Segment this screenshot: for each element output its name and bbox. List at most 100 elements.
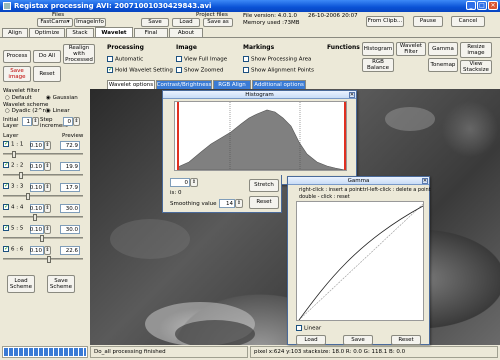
layer-option[interactable]: 5 : 5	[3, 224, 23, 232]
layer-option[interactable]: 6 : 6	[3, 245, 23, 253]
show-area-option[interactable]: Show Processing Area	[243, 56, 311, 63]
layer-value-field[interactable]: 0.10	[30, 225, 44, 234]
save-as-button[interactable]: Save as	[203, 18, 233, 27]
automatic-option[interactable]: Automatic	[107, 56, 143, 63]
gamma-curve-plot[interactable]	[296, 201, 424, 321]
close-icon[interactable]: ✕	[422, 178, 428, 184]
layer-option[interactable]: 2 : 2	[3, 161, 23, 169]
histogram-low-spinner[interactable]: ⇕	[190, 178, 198, 187]
linear-option[interactable]: ◉ Linear	[46, 108, 70, 114]
layer-checkbox[interactable]	[3, 224, 9, 231]
dyadic-radio[interactable]: ○	[5, 108, 10, 114]
layer-preview-field[interactable]: 72.9	[60, 141, 80, 150]
layer-slider-thumb[interactable]	[33, 214, 37, 221]
reset-button[interactable]: Reset	[33, 66, 61, 82]
step-increment-spinner[interactable]: ⇕	[73, 117, 80, 126]
wavelet-filter-button[interactable]: Wavelet Filter	[396, 42, 426, 56]
layer-value-spinner[interactable]: ⇕	[44, 204, 51, 213]
layer-slider-thumb[interactable]	[26, 193, 30, 200]
layer-slider[interactable]	[3, 151, 83, 158]
gamma-reset-button[interactable]: Reset	[391, 335, 421, 345]
layer-slider[interactable]	[3, 256, 83, 263]
subtab-additional[interactable]: Additional options	[252, 80, 306, 89]
smoothing-field[interactable]: 14	[219, 199, 235, 208]
layer-preview-field[interactable]: 17.9	[60, 183, 80, 192]
show-zoomed-checkbox[interactable]	[176, 67, 182, 73]
layer-slider[interactable]	[3, 193, 83, 200]
layer-slider[interactable]	[3, 214, 83, 221]
rgb-balance-button[interactable]: RGB Balance	[362, 58, 394, 72]
save-project-button[interactable]: Save	[141, 18, 169, 27]
tab-align[interactable]: Align	[2, 28, 28, 37]
gamma-linear-option[interactable]: Linear	[296, 325, 321, 332]
initial-layer-field[interactable]: 1	[22, 117, 32, 126]
histogram-button[interactable]: Histogram	[362, 42, 394, 56]
layer-checkbox[interactable]	[3, 182, 9, 189]
initial-layer-spinner[interactable]: ⇕	[32, 117, 39, 126]
layer-value-spinner[interactable]: ⇕	[44, 162, 51, 171]
layer-preview-field[interactable]: 30.0	[60, 204, 80, 213]
layer-slider-thumb[interactable]	[19, 172, 23, 179]
view-full-option[interactable]: View Full Image	[176, 56, 227, 63]
layer-option[interactable]: 1 : 1	[3, 140, 23, 148]
gamma-button[interactable]: Gamma	[428, 42, 458, 56]
layer-value-field[interactable]: 0.10	[30, 162, 44, 171]
default-option[interactable]: ○ Default	[5, 95, 32, 101]
save-scheme-button[interactable]: Save Scheme	[47, 275, 75, 293]
tab-final[interactable]: Final	[134, 28, 168, 37]
layer-checkbox[interactable]	[3, 140, 9, 147]
show-area-checkbox[interactable]	[243, 56, 249, 62]
histogram-plot[interactable]	[174, 101, 347, 171]
pause-button[interactable]: Pause	[413, 16, 443, 27]
gamma-save-button[interactable]: Save	[343, 335, 373, 345]
resize-image-button[interactable]: Resize image	[460, 42, 492, 58]
show-points-option[interactable]: Show Alignment Points	[243, 67, 314, 74]
layer-slider-thumb[interactable]	[12, 151, 16, 158]
layer-value-field[interactable]: 0.10	[30, 141, 44, 150]
layer-value-spinner[interactable]: ⇕	[44, 246, 51, 255]
subtab-wavelet-options[interactable]: Wavelet options	[107, 80, 155, 89]
hold-wavelet-option[interactable]: Hold Wavelet Setting	[107, 66, 173, 74]
layer-checkbox[interactable]	[3, 245, 9, 252]
save-image-button[interactable]: Save image	[3, 66, 31, 82]
gamma-load-button[interactable]: Load	[296, 335, 326, 345]
default-radio[interactable]: ○	[5, 95, 10, 101]
stretch-button[interactable]: Stretch	[249, 179, 279, 192]
dyadic-option[interactable]: ○ Dyadic (2^n)	[5, 108, 48, 114]
layer-checkbox[interactable]	[3, 161, 9, 168]
gaussian-radio[interactable]: ◉	[46, 95, 51, 101]
automatic-checkbox[interactable]	[107, 56, 113, 62]
layer-preview-field[interactable]: 22.6	[60, 246, 80, 255]
linear-radio[interactable]: ◉	[46, 108, 51, 114]
tab-stack[interactable]: Stack	[66, 28, 94, 37]
close-button[interactable]: ✕	[488, 1, 498, 10]
layer-checkbox[interactable]	[3, 203, 9, 210]
layer-value-spinner[interactable]: ⇕	[44, 141, 51, 150]
process-button[interactable]: Process	[3, 50, 31, 63]
layer-slider-thumb[interactable]	[40, 235, 44, 242]
minimize-button[interactable]: _	[466, 1, 476, 10]
tab-optimize[interactable]: Optimize	[29, 28, 65, 37]
layer-value-field[interactable]: 0.10	[30, 183, 44, 192]
layer-preview-field[interactable]: 30.0	[60, 225, 80, 234]
close-icon[interactable]: ✕	[349, 92, 355, 98]
show-points-checkbox[interactable]	[243, 67, 249, 73]
layer-preview-field[interactable]: 19.9	[60, 162, 80, 171]
hold-wavelet-checkbox[interactable]	[107, 66, 113, 73]
smoothing-spinner[interactable]: ⇕	[235, 199, 243, 208]
layer-value-field[interactable]: 0.10	[30, 246, 44, 255]
cancel-button[interactable]: Cancel	[451, 16, 485, 27]
layer-slider[interactable]	[3, 172, 83, 179]
layer-slider[interactable]	[3, 235, 83, 242]
load-project-button[interactable]: Load	[172, 18, 200, 27]
gaussian-option[interactable]: ◉ Gaussian	[46, 95, 78, 101]
tab-about[interactable]: About	[169, 28, 203, 37]
step-increment-field[interactable]: 0	[63, 117, 73, 126]
layer-slider-thumb[interactable]	[47, 256, 51, 263]
show-zoomed-option[interactable]: Show Zoomed	[176, 67, 223, 74]
histogram-low-field[interactable]: 0	[170, 178, 190, 187]
layer-value-spinner[interactable]: ⇕	[44, 225, 51, 234]
view-stacksize-button[interactable]: View Stacksize	[460, 60, 492, 74]
maximize-button[interactable]: □	[477, 1, 487, 10]
load-scheme-button[interactable]: Load Scheme	[7, 275, 35, 293]
